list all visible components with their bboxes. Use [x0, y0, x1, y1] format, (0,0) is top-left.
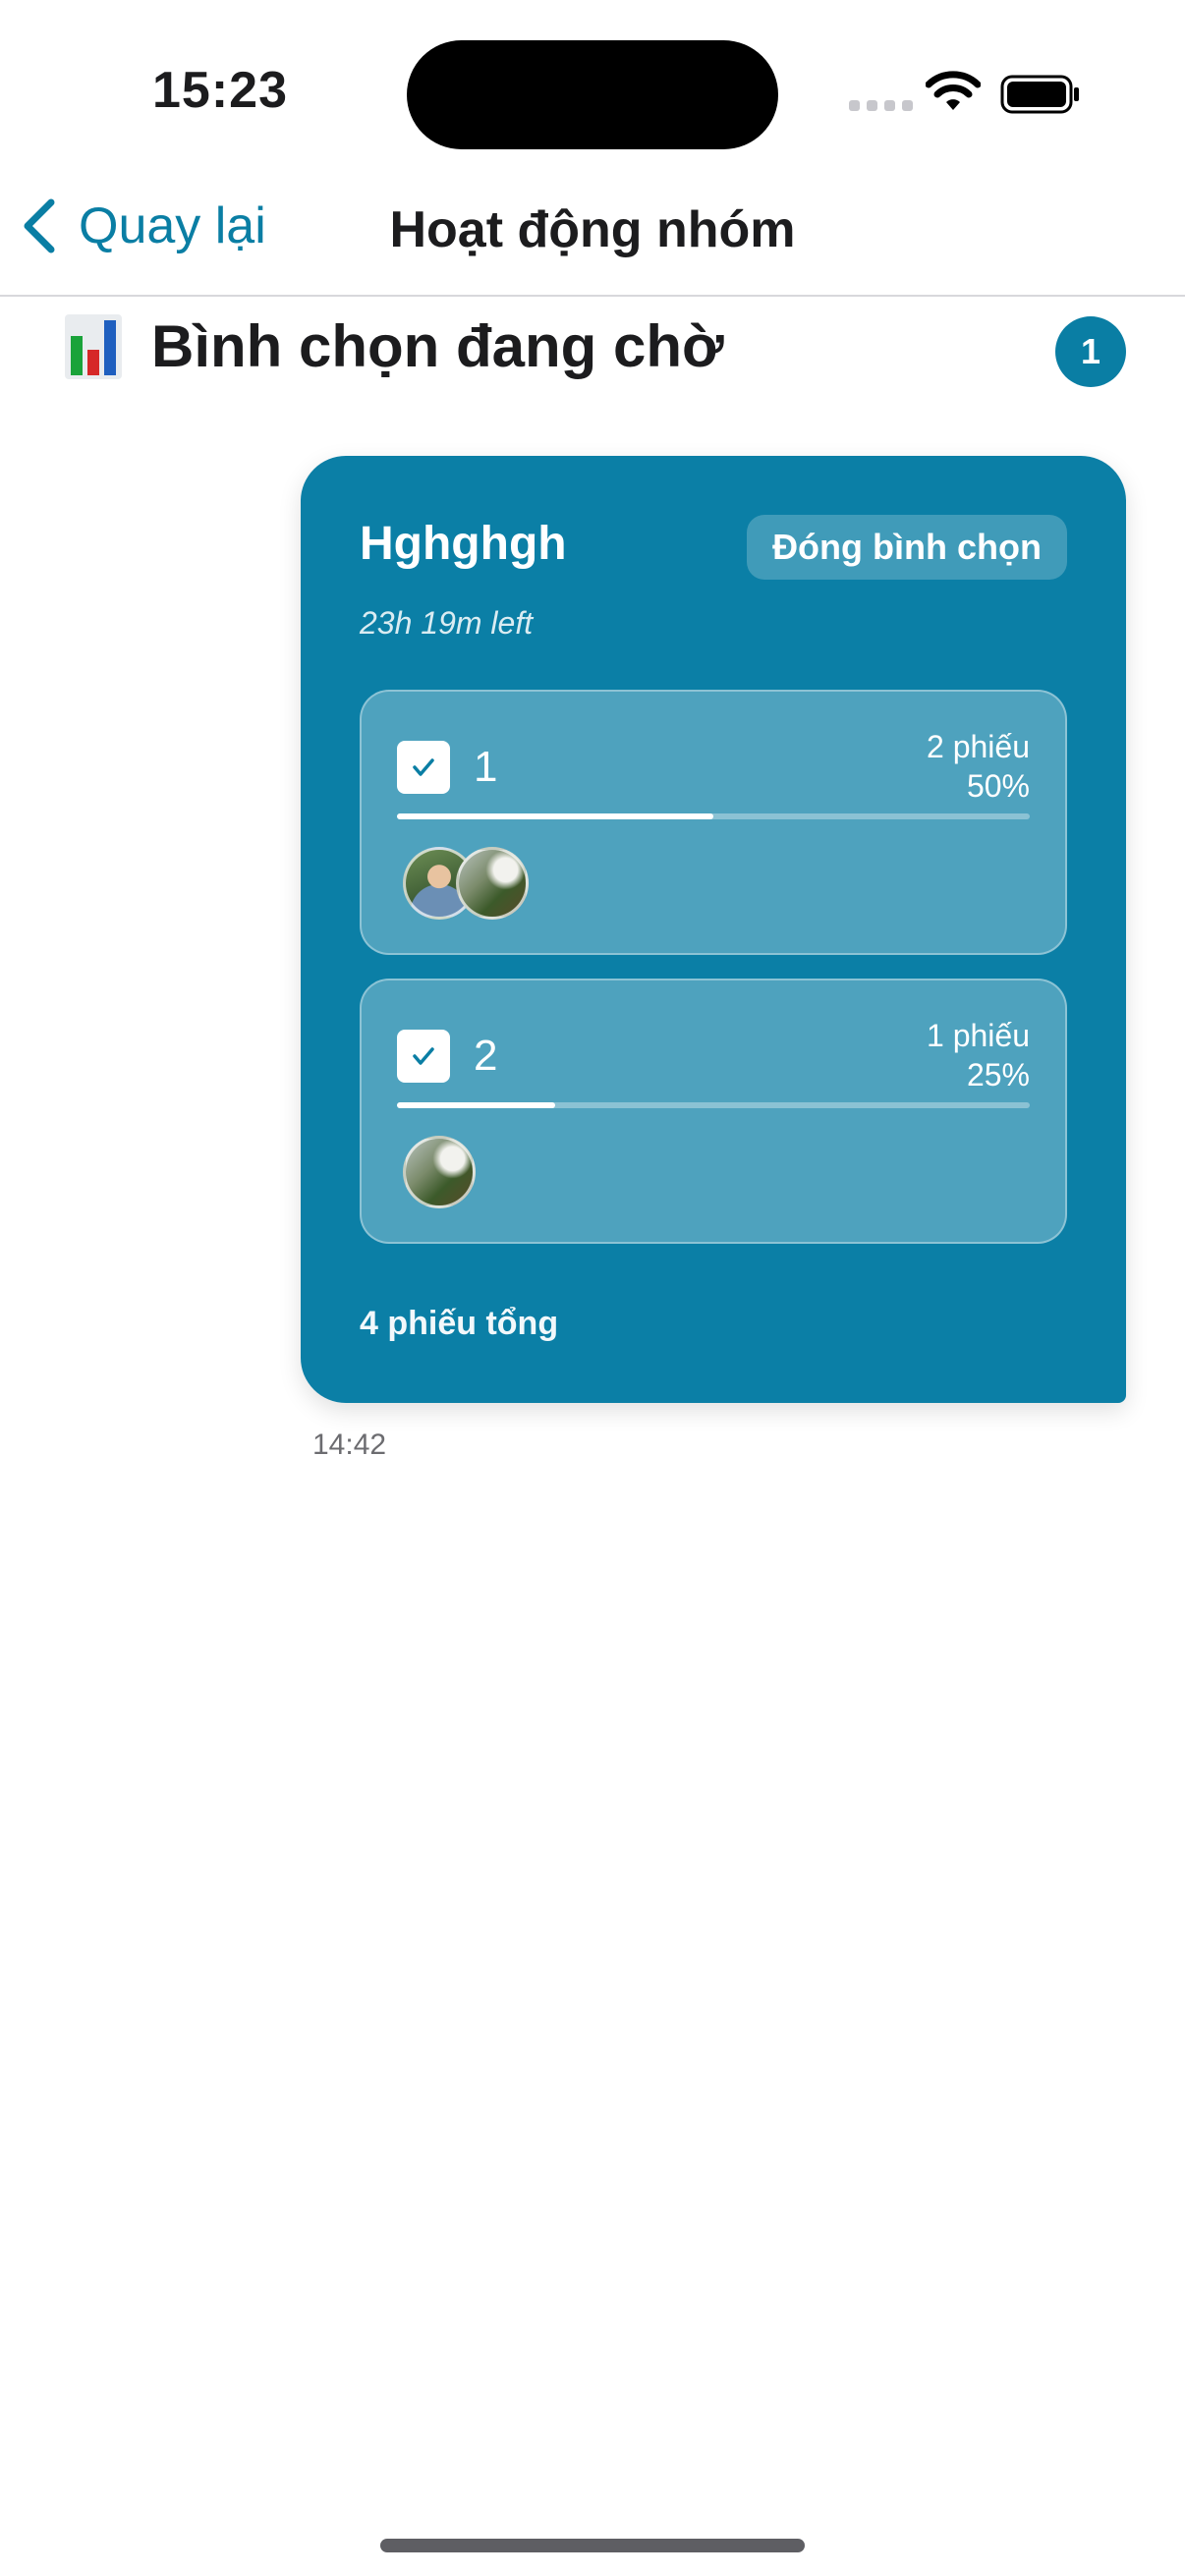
option-votes: 1 phiếu 25% [927, 1016, 1030, 1094]
dynamic-island [407, 40, 778, 149]
voter-avatars [403, 1136, 476, 1208]
vote-count: 1 phiếu [927, 1018, 1030, 1053]
vote-count: 2 phiếu [927, 729, 1030, 764]
total-votes: 4 phiếu tổng [360, 1305, 559, 1342]
bar-chart-icon [65, 313, 122, 379]
option-label: 2 [474, 1032, 498, 1080]
option-label: 1 [474, 743, 498, 791]
cellular-signal-icon [849, 100, 913, 111]
vote-percent: 50% [966, 768, 1030, 804]
checkmark-icon [413, 1047, 434, 1065]
navigation-bar: Quay lại Hoạt động nhóm [0, 167, 1185, 297]
progress-fill [397, 1102, 555, 1108]
close-poll-button[interactable]: Đóng bình chọn [747, 515, 1067, 580]
vote-percent: 25% [966, 1057, 1030, 1092]
battery-icon [1000, 75, 1079, 114]
avatar[interactable] [403, 1136, 476, 1208]
poll-option[interactable]: 2 1 phiếu 25% [360, 979, 1067, 1244]
option-votes: 2 phiếu 50% [927, 727, 1030, 806]
poll-card: Hghghgh Đóng bình chọn 23h 19m left 1 2 … [301, 456, 1126, 1403]
poll-option[interactable]: 1 2 phiếu 50% [360, 690, 1067, 955]
home-indicator[interactable] [380, 2539, 805, 2552]
voter-avatars [403, 847, 529, 920]
checkmark-icon [413, 758, 434, 776]
time-left: 23h 19m left [360, 605, 534, 641]
status-time: 15:23 [152, 62, 288, 119]
wifi-icon [926, 71, 981, 110]
poll-question: Hghghgh [360, 518, 567, 570]
section-header: Bình chọn đang chờ [65, 312, 724, 380]
section-title: Bình chọn đang chờ [151, 313, 724, 379]
avatar[interactable] [456, 847, 529, 920]
option-checkbox[interactable] [397, 1030, 450, 1083]
message-timestamp: 14:42 [312, 1428, 387, 1461]
option-checkbox[interactable] [397, 741, 450, 794]
progress-track [397, 813, 1030, 819]
pending-count-badge: 1 [1055, 316, 1126, 387]
page-title: Hoạt động nhóm [389, 201, 796, 258]
screen: 15:23 Quay lại Hoạt động nhóm Bình chọn … [0, 0, 1185, 2576]
progress-track [397, 1102, 1030, 1108]
progress-fill [397, 813, 713, 819]
